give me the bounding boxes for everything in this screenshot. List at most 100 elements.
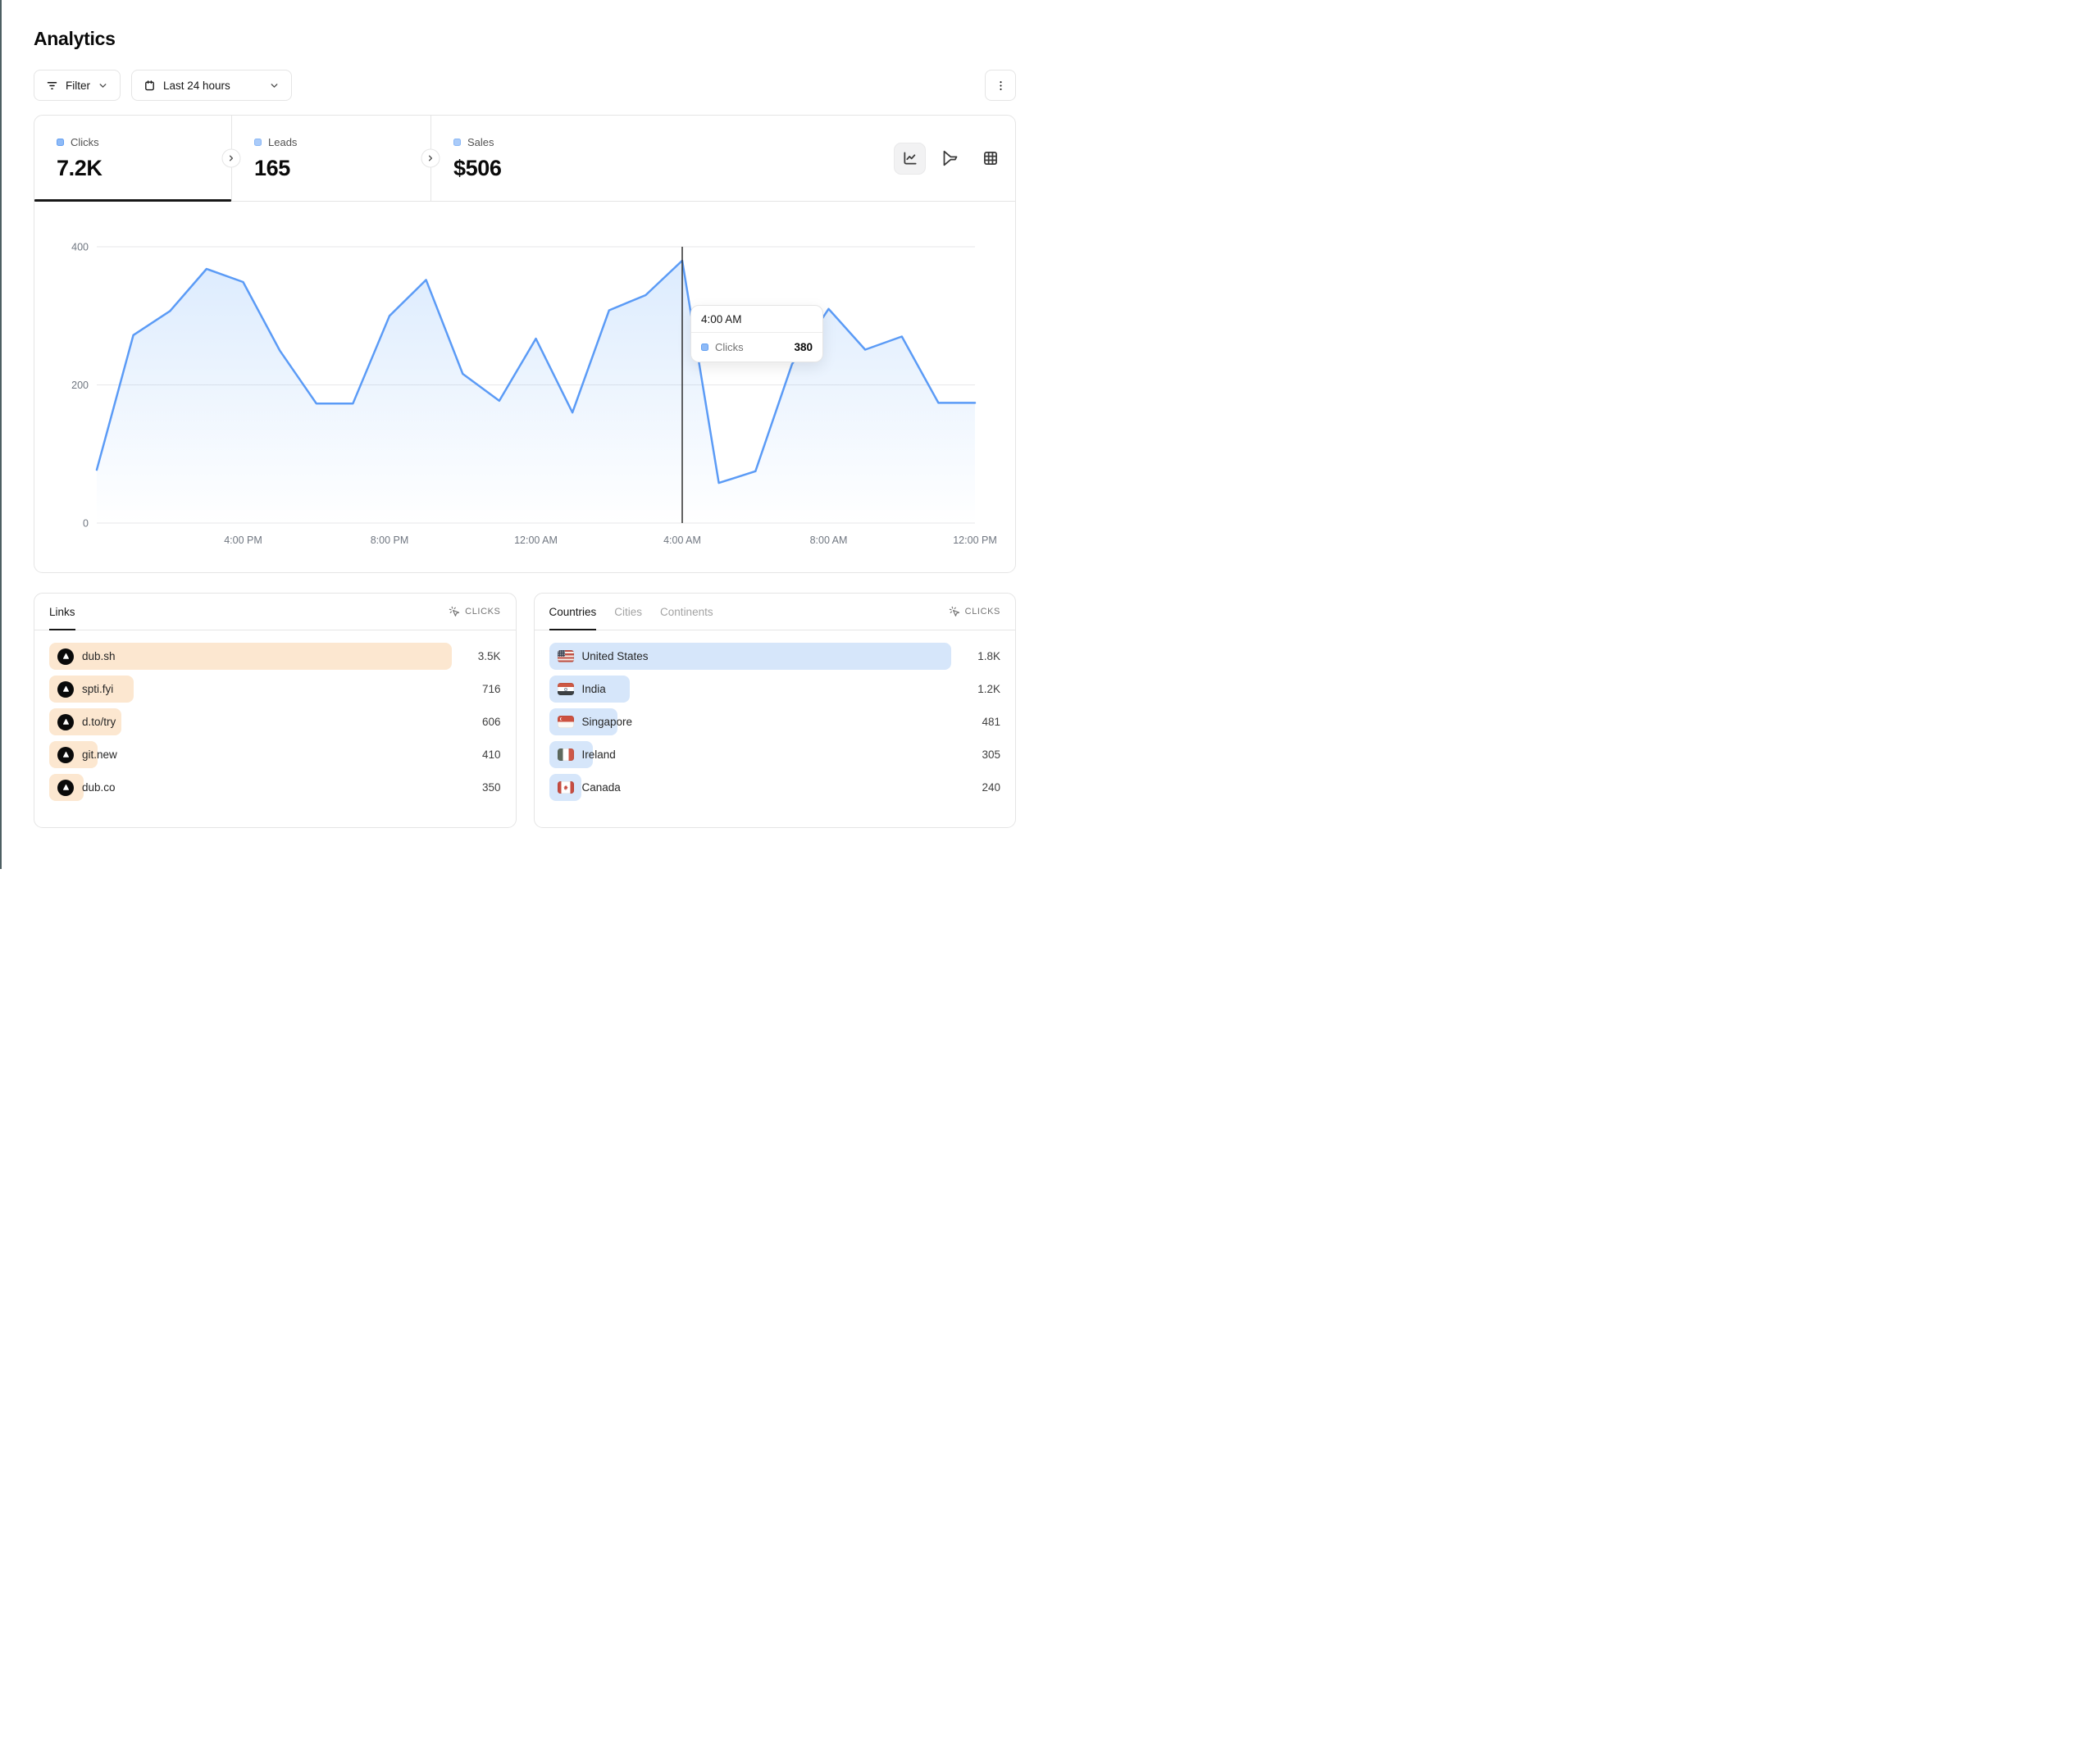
links-metric[interactable]: CLICKS xyxy=(449,606,500,617)
kebab-menu-icon xyxy=(995,80,1007,92)
leads-legend-chip xyxy=(254,139,262,146)
x-axis-tick: 8:00 PM xyxy=(371,535,409,546)
chevron-down-icon xyxy=(269,80,280,91)
chart-tooltip: 4:00 AM Clicks 380 xyxy=(690,305,823,362)
x-axis-tick: 12:00 PM xyxy=(953,535,997,546)
link-row[interactable]: git.new 410 xyxy=(49,741,501,768)
tab-countries[interactable]: Countries xyxy=(549,594,597,630)
sales-legend-chip xyxy=(453,139,461,146)
in-flag-icon xyxy=(558,683,574,695)
table-grid-icon xyxy=(982,150,999,166)
chevron-right-icon xyxy=(227,154,236,163)
tab-clicks[interactable]: Clicks 7.2K xyxy=(34,116,231,201)
geo-metric-label: CLICKS xyxy=(965,607,1000,616)
country-row[interactable]: Ireland 305 xyxy=(549,741,1001,768)
line-chart-icon xyxy=(902,150,918,166)
funnel-view-button[interactable] xyxy=(934,143,966,175)
expand-leads-chevron-button[interactable] xyxy=(421,149,440,168)
sales-tab-label: Sales xyxy=(467,136,494,148)
row-label: Singapore xyxy=(582,716,633,728)
dub-logo-icon xyxy=(57,747,74,763)
link-row[interactable]: d.to/try 606 xyxy=(49,708,501,735)
analytics-card: Clicks 7.2K Leads 165 Sales $506 xyxy=(34,115,1016,573)
toolbar: Filter Last 24 hours xyxy=(34,70,1016,101)
row-label: git.new xyxy=(82,748,117,761)
link-row[interactable]: dub.sh 3.5K xyxy=(49,643,501,670)
us-flag-icon xyxy=(558,650,574,662)
funnel-view-icon xyxy=(942,150,959,166)
table-view-button[interactable] xyxy=(974,143,1006,175)
geo-metric[interactable]: CLICKS xyxy=(949,606,1000,617)
row-label: Ireland xyxy=(582,748,616,761)
filter-button[interactable]: Filter xyxy=(34,70,121,101)
ca-flag-icon xyxy=(558,781,574,794)
line-chart-view-button[interactable] xyxy=(894,143,926,175)
chevron-down-icon xyxy=(98,80,108,91)
row-value: 716 xyxy=(462,683,501,695)
link-row[interactable]: spti.fyi 716 xyxy=(49,676,501,703)
sales-value: $506 xyxy=(453,156,630,181)
row-value: 240 xyxy=(961,781,1000,794)
tooltip-value: 380 xyxy=(794,341,813,353)
links-metric-label: CLICKS xyxy=(465,607,500,616)
x-axis-tick: 4:00 AM xyxy=(663,535,701,546)
row-label: spti.fyi xyxy=(82,683,113,695)
tab-cities[interactable]: Cities xyxy=(614,594,642,630)
y-axis-tick: 0 xyxy=(83,518,89,530)
clicks-value: 7.2K xyxy=(57,156,231,181)
row-value: 3.5K xyxy=(462,650,501,662)
dub-logo-icon xyxy=(57,780,74,796)
sg-flag-icon xyxy=(558,716,574,728)
breakdown-panels: Links CLICKS dub.sh 3.5K spti.fyi 716 d.to/t… xyxy=(34,593,1016,828)
row-value: 481 xyxy=(961,716,1000,728)
row-value: 606 xyxy=(462,716,501,728)
row-value: 1.2K xyxy=(961,683,1000,695)
link-row[interactable]: dub.co350 xyxy=(49,774,501,801)
row-label: dub.sh xyxy=(82,650,116,662)
links-tab-label: Links xyxy=(49,606,75,618)
dub-logo-icon xyxy=(57,648,74,665)
geo-panel-header: Countries Cities Continents CLICKS xyxy=(535,594,1016,630)
cities-tab-label: Cities xyxy=(614,606,642,618)
leads-value: 165 xyxy=(254,156,430,181)
country-row[interactable]: United States1.8K xyxy=(549,643,1001,670)
row-value: 1.8K xyxy=(961,650,1000,662)
country-row[interactable]: Singapore 481 xyxy=(549,708,1001,735)
dub-logo-icon xyxy=(57,681,74,698)
links-list: dub.sh 3.5K spti.fyi 716 d.to/try 606 git.new 4… xyxy=(34,630,516,818)
expand-clicks-chevron-button[interactable] xyxy=(222,149,241,168)
leads-tab-label: Leads xyxy=(268,136,297,148)
countries-tab-label: Countries xyxy=(549,606,597,618)
tab-sales[interactable]: Sales $506 xyxy=(430,116,630,201)
cursor-click-icon xyxy=(949,606,960,617)
cursor-click-icon xyxy=(449,606,460,617)
row-value: 305 xyxy=(961,748,1000,761)
filter-icon xyxy=(46,80,58,92)
ie-flag-icon xyxy=(558,748,574,761)
dub-logo-icon xyxy=(57,714,74,730)
row-value: 350 xyxy=(462,781,501,794)
clicks-area-chart[interactable]: 02004004:00 PM8:00 PM12:00 AM4:00 AM8:00… xyxy=(34,202,1015,572)
calendar-icon xyxy=(143,80,156,92)
window-edge-strip xyxy=(0,0,2,869)
x-axis-tick: 12:00 AM xyxy=(514,535,558,546)
row-label: India xyxy=(582,683,606,695)
chart-view-toggles xyxy=(894,143,1015,175)
more-options-button[interactable] xyxy=(985,70,1016,101)
country-row[interactable]: Canada240 xyxy=(549,774,1001,801)
filter-button-label: Filter xyxy=(66,80,90,92)
tab-links[interactable]: Links xyxy=(49,594,75,630)
date-range-label: Last 24 hours xyxy=(163,80,230,92)
row-label: d.to/try xyxy=(82,716,116,728)
analytics-page: Analytics Filter Last 24 hours xyxy=(0,0,1050,853)
country-row[interactable]: India 1.2K xyxy=(549,676,1001,703)
x-axis-tick: 8:00 AM xyxy=(810,535,848,546)
date-range-button[interactable]: Last 24 hours xyxy=(131,70,292,101)
clicks-legend-chip xyxy=(57,139,64,146)
y-axis-tick: 200 xyxy=(71,380,89,391)
countries-list: United States1.8K India 1.2K Singapore 481 Ir… xyxy=(535,630,1016,818)
tab-leads[interactable]: Leads 165 xyxy=(231,116,430,201)
tab-continents[interactable]: Continents xyxy=(660,594,713,630)
row-value: 410 xyxy=(462,748,501,761)
page-title: Analytics xyxy=(34,28,1016,50)
